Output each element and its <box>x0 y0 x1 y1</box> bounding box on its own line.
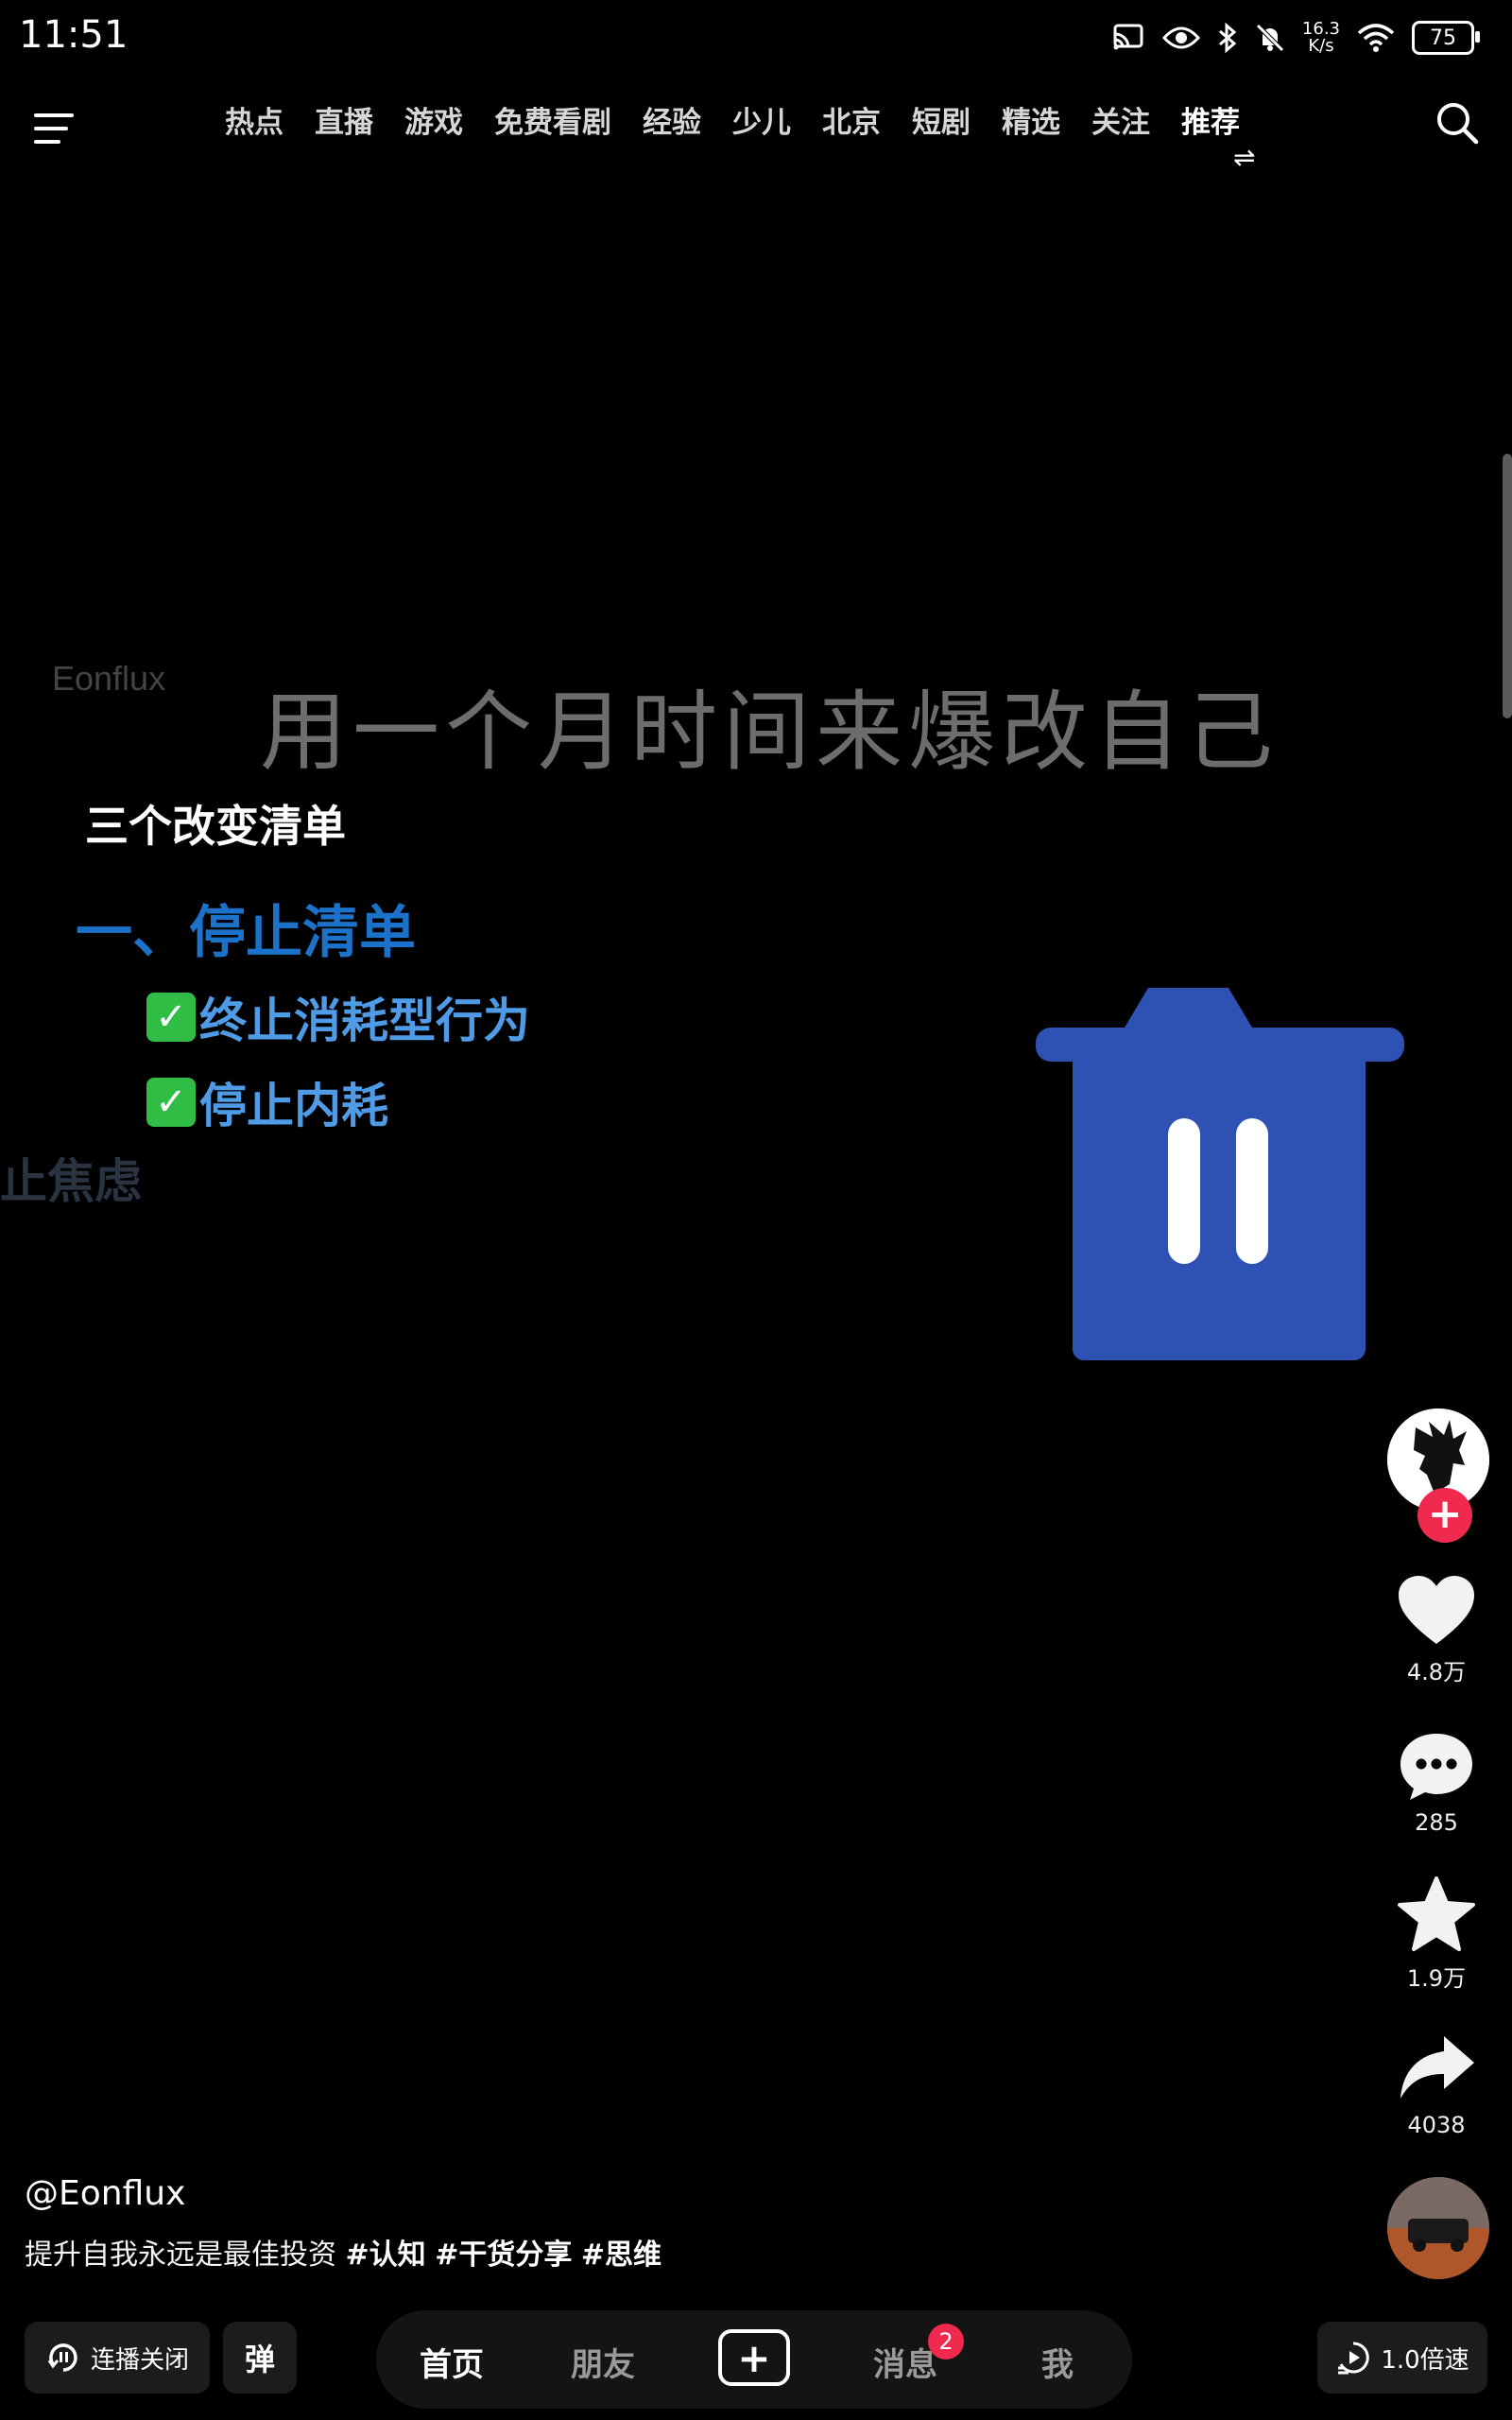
status-bar: 11:51 16.3 K/s 75 <box>0 0 1512 76</box>
search-icon[interactable] <box>1433 98 1482 147</box>
hashtag[interactable]: #干货分享 <box>435 2238 572 2272</box>
section-title: 一、停止清单 <box>76 900 416 966</box>
list-item: ✓ 停止内耗 <box>146 1068 388 1136</box>
share-icon <box>1400 2036 1474 2099</box>
list-title: 三个改变清单 <box>85 801 346 852</box>
feed-tabs: 热点 直播 游戏 免费看剧 经验 少儿 北京 短剧 精选 关注 推荐 <box>225 98 1240 141</box>
tab-games[interactable]: 游戏 <box>404 98 463 141</box>
danmaku-button[interactable]: 弹 <box>223 2322 297 2394</box>
eye-icon <box>1161 26 1200 49</box>
author-name[interactable]: @Eonflux <box>25 2174 185 2213</box>
list-item-label: 终止消耗型行为 <box>199 994 530 1048</box>
cast-icon <box>1113 24 1143 50</box>
nav-me[interactable]: 我 <box>1041 2339 1074 2385</box>
tab-recommended[interactable]: 推荐 <box>1181 98 1240 141</box>
follow-button[interactable]: + <box>1418 1488 1472 1543</box>
autoplay-label: 连播关闭 <box>90 2345 189 2375</box>
hashtag[interactable]: #思维 <box>581 2238 662 2272</box>
autoplay-icon <box>47 2343 77 2372</box>
check-icon: ✓ <box>146 993 196 1042</box>
video-watermark: Eonflux <box>52 659 166 698</box>
author-avatar[interactable]: + <box>1387 1409 1489 1543</box>
star-icon <box>1398 1876 1475 1951</box>
speed-label: 1.0倍速 <box>1381 2345 1469 2375</box>
tab-short-dramas[interactable]: 短剧 <box>912 98 971 141</box>
messages-badge: 2 <box>928 2324 964 2360</box>
favorite-button[interactable]: 1.9万 <box>1380 1876 1493 1993</box>
main-nav: 首页 朋友 + 消息 2 我 <box>376 2310 1132 2409</box>
autoplay-toggle-button[interactable]: 连播关闭 <box>25 2322 210 2394</box>
tab-following[interactable]: 关注 <box>1091 98 1150 141</box>
music-disc[interactable] <box>1387 2177 1489 2279</box>
tab-kids[interactable]: 少儿 <box>732 98 791 141</box>
tab-free-dramas[interactable]: 免费看剧 <box>494 98 611 141</box>
description-text: 提升自我永远是最佳投资 <box>25 2238 336 2272</box>
nav-friends[interactable]: 朋友 <box>571 2339 635 2385</box>
tab-hot[interactable]: 热点 <box>225 98 284 141</box>
comment-count: 285 <box>1415 1809 1458 1836</box>
top-nav: 热点 直播 游戏 免费看剧 经验 少儿 北京 短剧 精选 关注 推荐 ⇌ <box>0 85 1512 180</box>
video-player[interactable]: Eonflux 用一个月时间来爆改自己 三个改变清单 一、停止清单 ✓ 终止消耗… <box>0 180 1512 2307</box>
faded-list-item: 止焦虑 <box>0 1154 142 1209</box>
swap-icon[interactable]: ⇌ <box>1233 142 1255 173</box>
video-title-text: 用一个月时间来爆改自己 <box>260 682 1280 783</box>
share-count: 4038 <box>1407 2112 1466 2138</box>
like-count: 4.8万 <box>1406 1659 1467 1685</box>
status-icons: 16.3 K/s 75 <box>1111 17 1480 59</box>
list-item-label: 停止内耗 <box>199 1079 388 1133</box>
comment-button[interactable]: 285 <box>1380 1730 1493 1836</box>
menu-icon[interactable] <box>34 106 79 151</box>
music-disc-image <box>1387 2177 1489 2279</box>
plus-icon: + <box>737 2334 771 2381</box>
mute-icon <box>1256 24 1284 52</box>
favorite-count: 1.9万 <box>1406 1965 1467 1992</box>
bottom-bar: 连播关闭 弹 首页 朋友 + 消息 2 我 1.0倍速 <box>0 2307 1512 2420</box>
bluetooth-icon <box>1218 23 1237 53</box>
trash-icon <box>1036 988 1404 1360</box>
battery-icon: 75 <box>1412 21 1480 55</box>
network-speed: 16.3 K/s <box>1302 21 1340 55</box>
tab-featured[interactable]: 精选 <box>1002 98 1060 141</box>
speed-icon <box>1338 2342 1369 2375</box>
list-item: ✓ 终止消耗型行为 <box>146 983 530 1051</box>
playback-speed-button[interactable]: 1.0倍速 <box>1317 2322 1487 2394</box>
heart-icon <box>1399 1576 1474 1644</box>
check-icon: ✓ <box>146 1078 196 1127</box>
tab-live[interactable]: 直播 <box>315 98 373 141</box>
tab-beijing[interactable]: 北京 <box>822 98 881 141</box>
wifi-icon <box>1357 24 1395 52</box>
create-button[interactable]: + <box>718 2329 790 2386</box>
network-speed-unit: K/s <box>1308 36 1334 56</box>
like-button[interactable]: 4.8万 <box>1380 1574 1493 1686</box>
nav-home[interactable]: 首页 <box>420 2339 484 2385</box>
hashtag[interactable]: #认知 <box>346 2238 426 2272</box>
comment-icon <box>1400 1734 1472 1800</box>
status-time: 11:51 <box>19 13 129 57</box>
tab-experience[interactable]: 经验 <box>643 98 701 141</box>
share-button[interactable]: 4038 <box>1380 2032 1493 2138</box>
video-description: 提升自我永远是最佳投资 #认知 #干货分享 #思维 <box>25 2231 662 2273</box>
